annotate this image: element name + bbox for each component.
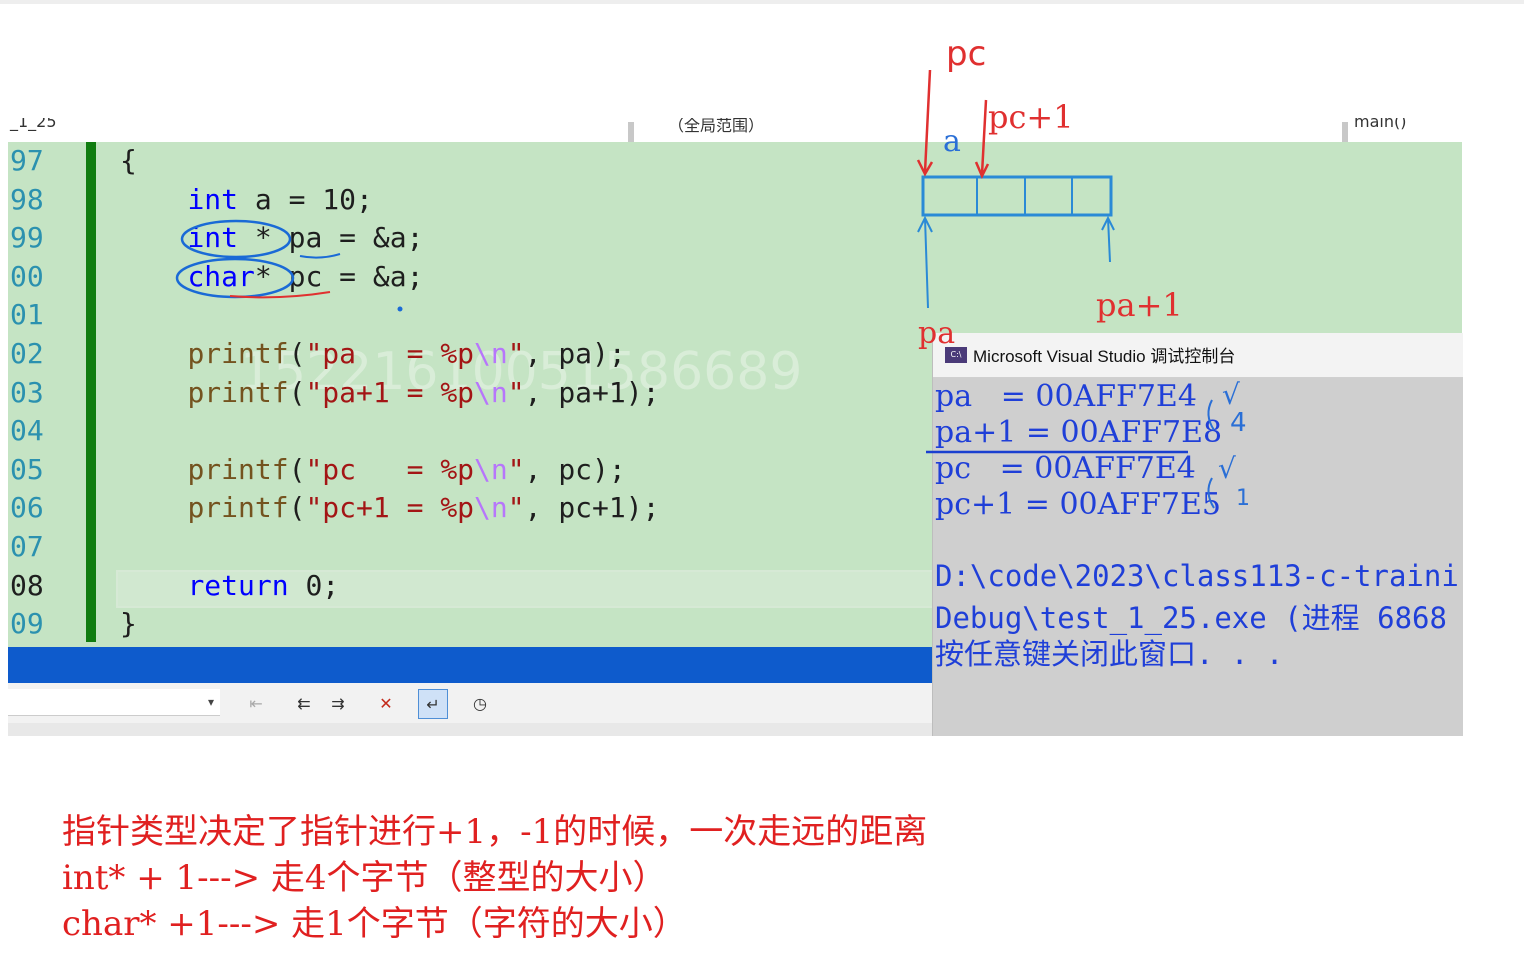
dot-mark <box>397 306 403 312</box>
note-line: int* + 1---> 走4个字节（整型的大小） <box>62 858 667 898</box>
bracket-mark <box>1207 399 1215 509</box>
pa-plus1-arrow <box>1101 215 1115 263</box>
annotation-check: √ <box>1218 452 1236 485</box>
annotation-1: 1 <box>1236 486 1250 511</box>
int-ptr-circle <box>180 219 292 259</box>
annotation-4: 4 <box>1230 408 1247 438</box>
note-line: char* +1---> 走1个字节（字符的大小） <box>62 904 687 944</box>
annotation-a: a <box>943 124 961 159</box>
pc-plus1-arrow <box>974 99 990 179</box>
memory-box <box>921 175 1113 217</box>
annotation-check: √ <box>1222 378 1240 411</box>
char-ptr-circle <box>175 257 295 299</box>
pc-arrow <box>916 69 934 177</box>
note-line: 指针类型决定了指针进行+1，-1的时候，一次走远的距离 <box>62 812 928 852</box>
annotation-pa-plus1: pa+1 <box>1096 286 1183 324</box>
pa-arrow <box>917 215 933 309</box>
pa-underline <box>299 253 341 259</box>
annotation-pc: pc <box>946 34 987 74</box>
annotation-pa: pa <box>918 316 956 351</box>
pc-underline <box>229 291 331 299</box>
annotation-pc-plus1: pc+1 <box>988 98 1074 136</box>
